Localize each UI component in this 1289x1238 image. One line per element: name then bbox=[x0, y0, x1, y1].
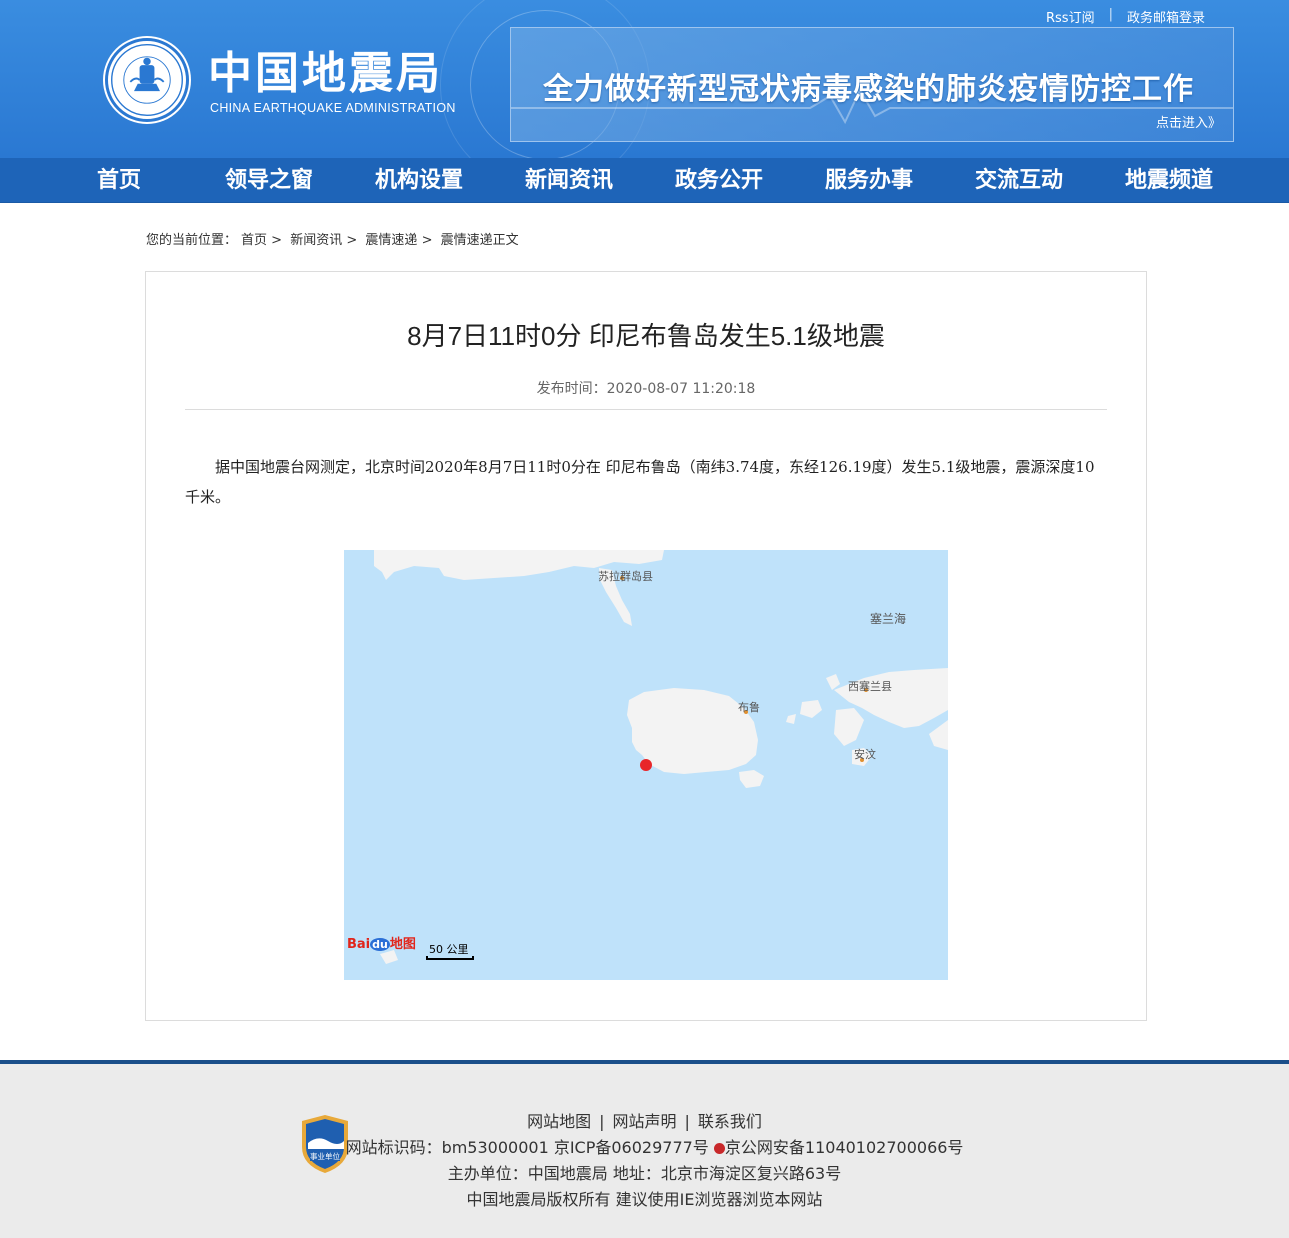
baidu-map-logo[interactable]: Bai du 地图 bbox=[347, 933, 416, 952]
rss-link[interactable]: Rss订阅 bbox=[1046, 7, 1095, 26]
breadcrumb-prefix: 您的当前位置： bbox=[146, 233, 238, 248]
epidemic-banner[interactable]: 全力做好新型冠状病毒感染的肺炎疫情防控工作 点击进入》 bbox=[510, 27, 1234, 142]
footer-icp[interactable]: 网站标识码：bm53000001 京ICP备06029777号 bbox=[346, 1138, 709, 1157]
epicenter-marker bbox=[640, 759, 652, 771]
publish-time: 发布时间：2020-08-07 11:20:18 bbox=[536, 381, 756, 397]
footer-host: 主办单位：中国地震局 地址：北京市海淀区复兴路63号 bbox=[447, 1164, 842, 1183]
nav-item-earthquake-channel[interactable]: 地震频道 bbox=[1094, 158, 1244, 203]
epicenter-map[interactable]: 苏拉群岛县 塞兰海 西塞兰县 布鲁 安汶 Bai du 地图 50 公里 bbox=[344, 550, 948, 980]
footer-registration: 网站标识码：bm53000001 京ICP备06029777号 京公网安备110… bbox=[0, 1134, 1289, 1158]
breadcrumb-news[interactable]: 新闻资讯 bbox=[290, 233, 342, 248]
article-body: 据中国地震台网测定，北京时间2020年8月7日11时0分在 印尼布鲁岛（南纬3.… bbox=[185, 458, 1095, 506]
breadcrumb-current: 震情速递正文 bbox=[440, 233, 519, 248]
footer-links: 网站地图 | 网站声明 | 联系我们 bbox=[527, 1112, 762, 1131]
nav-item-home[interactable]: 首页 bbox=[44, 158, 194, 203]
map-label-seram-sea: 塞兰海 bbox=[870, 612, 907, 626]
breadcrumb-quake-express[interactable]: 震情速递 bbox=[365, 233, 417, 248]
article-title: 8月7日11时0分 印尼布鲁岛发生5.1级地震 bbox=[407, 321, 885, 351]
breadcrumb: 您的当前位置： 首页 > 新闻资讯 > 震情速递 > 震情速递正文 bbox=[146, 229, 523, 248]
map-scale-label: 50 公里 bbox=[429, 943, 469, 956]
police-badge-icon bbox=[713, 1143, 725, 1154]
nav-item-services[interactable]: 服务办事 bbox=[794, 158, 944, 203]
breadcrumb-home[interactable]: 首页 bbox=[241, 233, 267, 248]
separator: | bbox=[1108, 7, 1113, 22]
banner-headline: 全力做好新型冠状病毒感染的肺炎疫情防控工作 bbox=[543, 72, 1194, 107]
breadcrumb-separator: > bbox=[421, 233, 433, 248]
footer-copyright: 中国地震局版权所有 建议使用IE浏览器浏览本网站 bbox=[466, 1190, 823, 1209]
top-links: Rss订阅 | 政务邮箱登录 bbox=[1046, 7, 1205, 26]
site-footer: 事业单位 网站地图 | 网站声明 | 联系我们 网站标识码：bm53000001 京IC… bbox=[0, 1060, 1289, 1238]
main-nav: 首页 领导之窗 机构设置 新闻资讯 政务公开 服务办事 交流互动 地震频道 bbox=[0, 158, 1289, 203]
footer-link-statement[interactable]: 网站声明 bbox=[612, 1112, 676, 1131]
map-label-buru: 布鲁 bbox=[738, 701, 760, 714]
divider bbox=[185, 409, 1107, 410]
emblem-icon bbox=[111, 44, 183, 116]
footer-police-record[interactable]: 京公网安备11040102700066号 bbox=[725, 1138, 964, 1157]
nav-item-gov-affairs[interactable]: 政务公开 bbox=[644, 158, 794, 203]
cea-emblem-logo[interactable] bbox=[105, 38, 189, 122]
breadcrumb-separator: > bbox=[271, 233, 283, 248]
footer-link-contact[interactable]: 联系我们 bbox=[698, 1112, 762, 1131]
site-name: 中国地震局 bbox=[208, 48, 443, 99]
map-label-sula: 苏拉群岛县 bbox=[598, 570, 653, 583]
nav-item-organization[interactable]: 机构设置 bbox=[344, 158, 494, 203]
map-scale-bar bbox=[426, 956, 474, 960]
nav-item-news[interactable]: 新闻资讯 bbox=[494, 158, 644, 203]
site-name-english: CHINA EARTHQUAKE ADMINISTRATION bbox=[210, 101, 456, 115]
article-container: 8月7日11时0分 印尼布鲁岛发生5.1级地震 发布时间：2020-08-07 … bbox=[145, 271, 1147, 1021]
banner-enter-link[interactable]: 点击进入》 bbox=[1156, 112, 1221, 131]
breadcrumb-separator: > bbox=[346, 233, 358, 248]
footer-link-sitemap[interactable]: 网站地图 bbox=[527, 1112, 591, 1131]
nav-item-leadership[interactable]: 领导之窗 bbox=[194, 158, 344, 203]
gov-mail-login-link[interactable]: 政务邮箱登录 bbox=[1127, 7, 1205, 26]
site-header: Rss订阅 | 政务邮箱登录 中国地震局 CHINA EARTHQUAKE AD… bbox=[0, 0, 1289, 158]
map-label-ambon: 安汶 bbox=[854, 748, 876, 761]
map-landmass-graphic bbox=[374, 550, 948, 964]
map-label-west-seram: 西塞兰县 bbox=[848, 680, 892, 693]
nav-item-interaction[interactable]: 交流互动 bbox=[944, 158, 1094, 203]
